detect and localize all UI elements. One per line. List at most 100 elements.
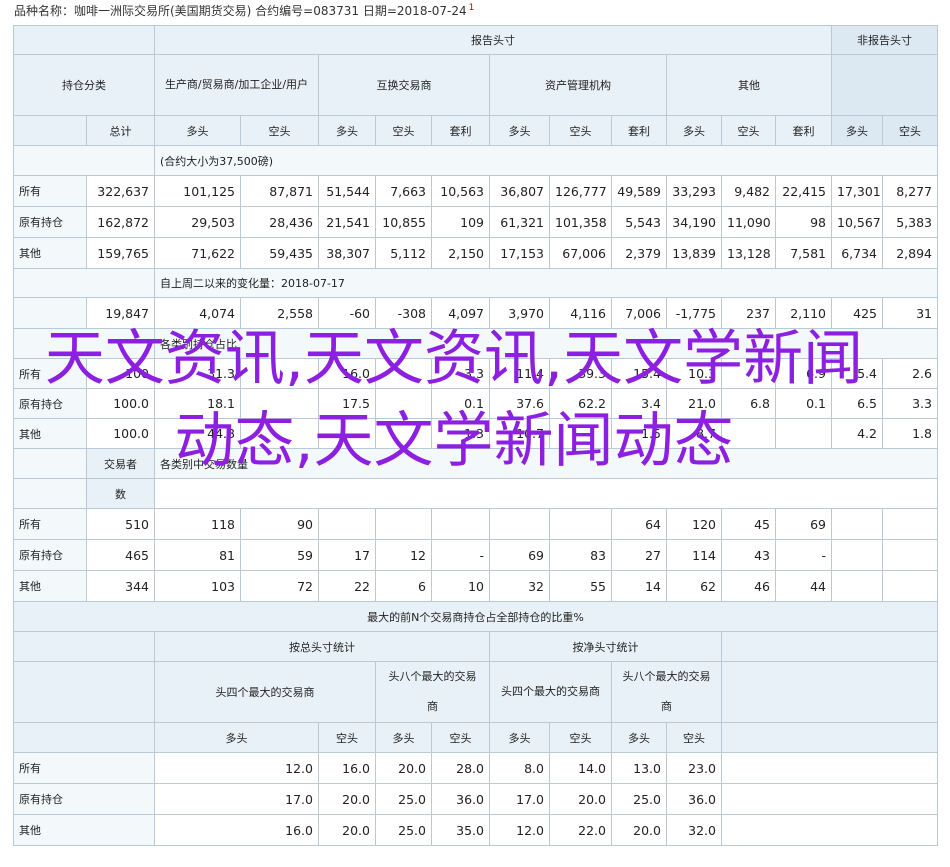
value-cell: 3,970 (489, 297, 550, 329)
value-cell: 120 (666, 508, 722, 540)
row-label: 其他 (13, 237, 87, 269)
value-cell: 16.0 (318, 752, 376, 784)
table-row: 所有 322,637 101,125 87,871 51,544 7,663 10,563 3… (13, 175, 938, 207)
value-cell: 10.7 (489, 418, 550, 449)
cot-report-table: 报告头寸 非报告头寸 持仓分类 生产商/贸易商/加工企业/用户 互换交易商 资产… (13, 25, 938, 846)
value-cell (882, 570, 938, 602)
value-cell: 7,006 (611, 297, 667, 329)
value-cell: - (431, 539, 490, 571)
nonrep-long-header: 多头 (831, 115, 883, 146)
net-header: 按净头寸统计 (489, 631, 722, 662)
value-cell: 22,415 (775, 175, 832, 207)
value-cell: 69 (775, 508, 832, 540)
table-row: 其他 159,765 71,622 59,435 38,307 5,112 2,150 17,… (13, 237, 938, 269)
value-cell: 100 (86, 358, 155, 389)
section5-rows: 所有 12.0 16.0 20.0 28.0 8.0 14.0 13.0 23.0 原有持仓 17.… (13, 752, 938, 846)
section2-banner-row: 自上周二以来的变化量：2018-07-17 (13, 268, 938, 298)
value-cell: 159,765 (86, 237, 155, 269)
value-cell: 32 (489, 570, 550, 602)
value-cell (831, 539, 883, 571)
value-cell: 2,558 (240, 297, 319, 329)
top8-line1: 头八个最大的交易 (622, 670, 711, 683)
mm-spread-header: 套利 (611, 115, 667, 146)
value-cell: 55 (549, 570, 612, 602)
value-cell: 62 (666, 570, 722, 602)
value-cell: 20.0 (375, 752, 432, 784)
mm-long-header: 多头 (489, 115, 550, 146)
net-top4-header: 头四个最大的交易商 (489, 661, 612, 723)
swap-header: 互换交易商 (318, 54, 490, 116)
value-cell: 13,839 (666, 237, 722, 269)
value-cell: 114 (666, 539, 722, 571)
value-cell: 17.5 (318, 388, 376, 419)
value-cell: 13.0 (611, 752, 667, 784)
value-cell: 98 (775, 206, 832, 238)
value-cell: 4,097 (431, 297, 490, 329)
value-cell: 32.0 (666, 814, 722, 846)
value-cell: 61,321 (489, 206, 550, 238)
value-cell: 17,301 (831, 175, 883, 207)
value-cell: 118 (154, 508, 241, 540)
producer-short-header: 空头 (240, 115, 319, 146)
producer-long-header: 多头 (154, 115, 241, 146)
value-cell: 8.0 (489, 752, 550, 784)
value-cell (375, 358, 432, 389)
value-cell: 81 (154, 539, 241, 571)
value-cell: 10.3 (666, 358, 722, 389)
row-label: 所有 (13, 508, 87, 540)
swap-long-header: 多头 (318, 115, 376, 146)
net-top8-header: 头八个最大的交易商 (611, 661, 722, 723)
row-label: 原有持仓 (13, 783, 155, 815)
value-cell: 25.0 (611, 783, 667, 815)
gross-top8-header: 头八个最大的交易商 (375, 661, 490, 723)
value-cell (489, 508, 550, 540)
top8-line2: 商 (661, 700, 672, 713)
value-cell: 35.0 (431, 814, 490, 846)
value-cell (375, 508, 432, 540)
value-cell (431, 508, 490, 540)
value-cell: 36.0 (666, 783, 722, 815)
value-cell: 10,567 (831, 206, 883, 238)
top8-line1: 头八个最大的交易 (388, 670, 477, 683)
value-cell: 510 (86, 508, 155, 540)
value-cell: 20.0 (318, 783, 376, 815)
value-cell: 25.0 (375, 783, 432, 815)
value-cell: 28.0 (431, 752, 490, 784)
table-row: 原有持仓 162,872 29,503 28,436 21,541 10,855 109 61… (13, 206, 938, 238)
net-top4-text: 头四个最大的交易商 (501, 685, 600, 698)
row-label: 所有 (13, 752, 155, 784)
section1-rows: 所有 322,637 101,125 87,871 51,544 7,663 10,563 3… (13, 175, 938, 269)
section5-ls-row: 多头 空头 多头 空头 多头 空头 多头 空头 (13, 722, 938, 753)
value-cell: 6,734 (831, 237, 883, 269)
row-blank (721, 814, 938, 846)
nonreportable-blank (831, 54, 938, 116)
value-cell: 71,622 (154, 237, 241, 269)
table-row: 原有持仓 17.0 20.0 25.0 36.0 17.0 20.0 25.0 36.0 (13, 783, 938, 815)
value-cell: 5.4 (831, 358, 883, 389)
header-row-3: 总计 多头 空头 多头 空头 套利 多头 空头 套利 多头 空头 套利 多头 空… (13, 115, 938, 146)
position-class-header: 持仓分类 (13, 54, 155, 116)
nonreportable-header: 非报告头寸 (831, 25, 938, 55)
value-cell: 29,503 (154, 206, 241, 238)
header-blank (13, 25, 155, 55)
value-cell: 162,872 (86, 206, 155, 238)
value-cell: 322,637 (86, 175, 155, 207)
nonrep-short-header: 空头 (882, 115, 938, 146)
total-header: 总计 (86, 115, 155, 146)
value-cell: 46 (721, 570, 776, 602)
value-cell (318, 508, 376, 540)
other-long-header: 多头 (666, 115, 722, 146)
header-row-2: 持仓分类 生产商/贸易商/加工企业/用户 互换交易商 资产管理机构 其他 (13, 54, 938, 116)
value-cell: 16.0 (154, 814, 319, 846)
value-cell: 36.0 (431, 783, 490, 815)
value-cell: 2.6 (882, 358, 938, 389)
value-cell: 20.0 (549, 783, 612, 815)
value-cell: 3.3 (431, 358, 490, 389)
value-cell: -308 (375, 297, 432, 329)
ls-blank (13, 722, 155, 753)
value-cell: 39.3 (549, 358, 612, 389)
value-cell: 51,544 (318, 175, 376, 207)
value-cell: 83 (549, 539, 612, 571)
section4-banner: 各类别中交易数量 (154, 448, 938, 479)
value-cell: 33,293 (666, 175, 722, 207)
